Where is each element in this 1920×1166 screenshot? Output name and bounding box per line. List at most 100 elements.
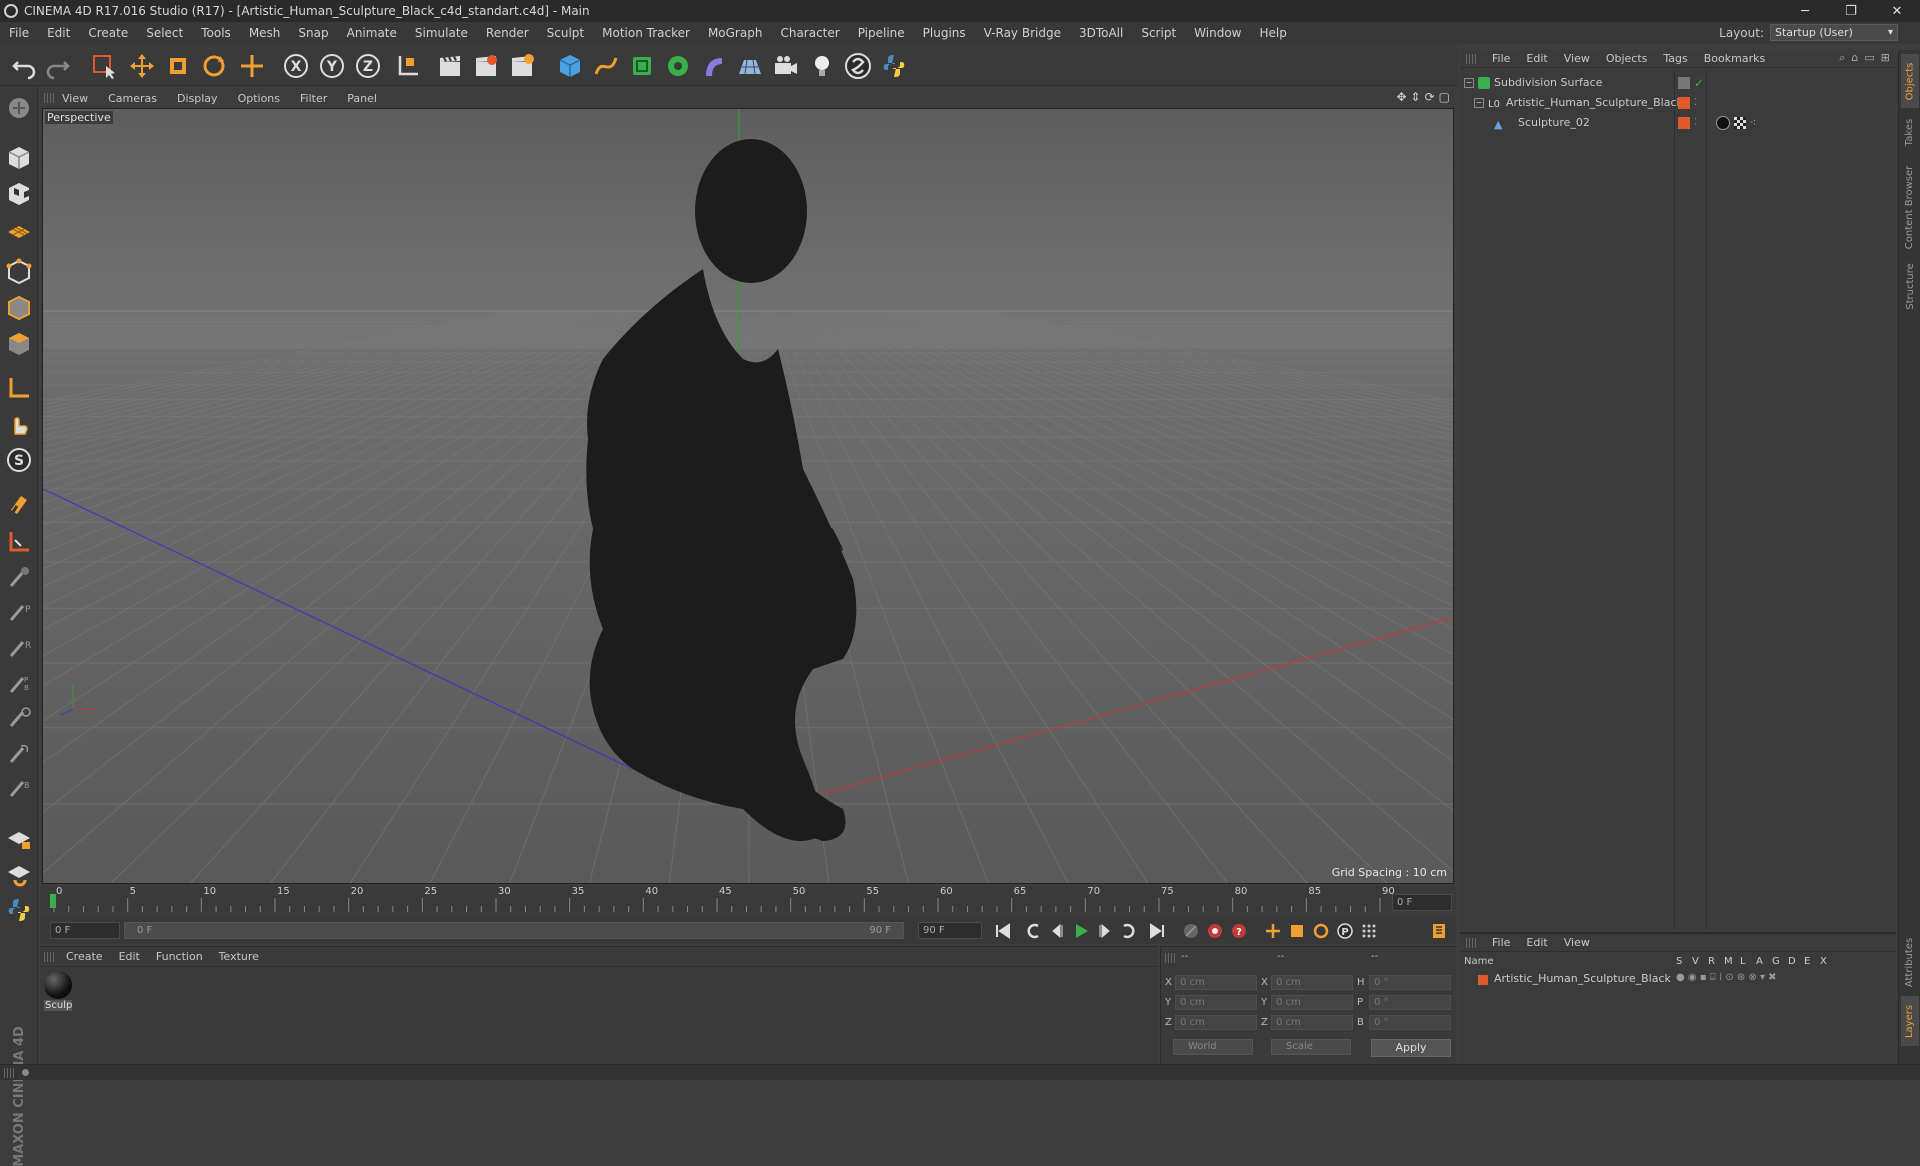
vray-button[interactable] bbox=[842, 50, 874, 82]
python-button[interactable] bbox=[878, 50, 910, 82]
menu-render[interactable]: Render bbox=[477, 26, 538, 40]
viewport-rotate-icon[interactable]: ⟳ bbox=[1425, 90, 1435, 104]
timeline-ruler[interactable]: 0 5 10 15 20 25 30 35 40 45 50 55 60 65 70 75 80 85 90 0 F bbox=[40, 886, 1456, 918]
expand-icon[interactable]: ⊞ bbox=[1881, 51, 1890, 65]
add-nurbs-button[interactable] bbox=[626, 50, 658, 82]
menu-vray-bridge[interactable]: V-Ray Bridge bbox=[975, 26, 1070, 40]
render-picture-viewer-button[interactable] bbox=[470, 50, 502, 82]
z-axis-button[interactable]: Z bbox=[352, 50, 384, 82]
menu-script[interactable]: Script bbox=[1132, 26, 1185, 40]
add-deformer-button[interactable] bbox=[698, 50, 730, 82]
pos-y-field[interactable]: 0 cm bbox=[1175, 995, 1257, 1010]
brush-tool-7-button[interactable]: B bbox=[3, 772, 35, 804]
tab-attributes[interactable]: Attributes bbox=[1901, 930, 1919, 994]
menu-3dtoall[interactable]: 3DToAll bbox=[1070, 26, 1132, 40]
panel-grip-icon[interactable] bbox=[4, 1068, 14, 1078]
workplane-mode-button[interactable] bbox=[3, 214, 35, 246]
key-pla-button[interactable] bbox=[1358, 921, 1380, 941]
viewport-menu-options[interactable]: Options bbox=[228, 92, 290, 105]
tab-content-browser[interactable]: Content Browser bbox=[1901, 160, 1919, 254]
layermgr-menu-view[interactable]: View bbox=[1556, 936, 1598, 949]
home-icon[interactable]: ⌂ bbox=[1851, 51, 1858, 65]
viewport-menu-view[interactable]: View bbox=[52, 92, 98, 105]
brush-tool-3-button[interactable]: R bbox=[3, 632, 35, 664]
apply-button[interactable]: Apply bbox=[1371, 1039, 1451, 1057]
objmgr-menu-bookmarks[interactable]: Bookmarks bbox=[1696, 52, 1773, 65]
new-view-icon[interactable]: ▭ bbox=[1864, 51, 1874, 65]
material-menu-function[interactable]: Function bbox=[148, 950, 211, 963]
autokey-button[interactable] bbox=[1204, 921, 1226, 941]
grid-lock-button[interactable] bbox=[3, 822, 35, 854]
frame-range-slider[interactable]: 0 F 90 F bbox=[124, 922, 904, 939]
close-button[interactable]: ✕ bbox=[1874, 0, 1920, 22]
start-frame-field[interactable]: 0 F bbox=[50, 922, 120, 939]
panel-grip-icon[interactable] bbox=[1466, 54, 1476, 64]
live-selection-button[interactable] bbox=[88, 50, 120, 82]
add-cube-button[interactable] bbox=[554, 50, 586, 82]
model-mode-button[interactable] bbox=[3, 142, 35, 174]
add-light-button[interactable] bbox=[806, 50, 838, 82]
current-frame-field[interactable]: 0 F bbox=[1392, 894, 1452, 911]
material-tag-icon[interactable] bbox=[1716, 116, 1730, 130]
size-z-field[interactable]: 0 cm bbox=[1271, 1015, 1353, 1030]
tab-objects[interactable]: Objects bbox=[1901, 54, 1919, 108]
menu-mesh[interactable]: Mesh bbox=[240, 26, 290, 40]
layer-row[interactable]: Artistic_Human_Sculpture_Black ● ◉ ▪ ⌸ ⁞… bbox=[1460, 972, 1896, 988]
coordinate-mode-dropdown[interactable]: World bbox=[1173, 1039, 1253, 1055]
panel-grip-icon[interactable] bbox=[44, 93, 54, 103]
menu-snap[interactable]: Snap bbox=[289, 26, 337, 40]
viewport-maximize-icon[interactable]: ▢ bbox=[1439, 90, 1450, 104]
transform-tool-button[interactable] bbox=[236, 50, 268, 82]
layer-toggles-icon[interactable]: ● ◉ ▪ ⌸ ⁞ ⊙ ⊛ ⊗ ▾ ✖ bbox=[1676, 972, 1777, 983]
redo-button[interactable] bbox=[42, 50, 74, 82]
layout-dropdown[interactable]: Startup (User) bbox=[1770, 24, 1898, 41]
menu-animate[interactable]: Animate bbox=[338, 26, 406, 40]
undo-button[interactable] bbox=[8, 50, 40, 82]
tweak-mode-button[interactable] bbox=[3, 408, 35, 440]
menu-help[interactable]: Help bbox=[1250, 26, 1295, 40]
collapse-toggle-icon[interactable]: − bbox=[1474, 98, 1484, 108]
objmgr-menu-view[interactable]: View bbox=[1556, 52, 1598, 65]
minimize-button[interactable]: ─ bbox=[1782, 0, 1828, 22]
scale-tool-button[interactable] bbox=[162, 50, 194, 82]
material-menu-create[interactable]: Create bbox=[58, 950, 111, 963]
collapse-toggle-icon[interactable]: − bbox=[1464, 78, 1474, 88]
menu-file[interactable]: File bbox=[0, 26, 38, 40]
edges-mode-button[interactable] bbox=[3, 292, 35, 324]
panel-grip-icon[interactable] bbox=[1165, 953, 1175, 963]
viewport-menu-panel[interactable]: Panel bbox=[337, 92, 387, 105]
menu-select[interactable]: Select bbox=[137, 26, 192, 40]
python-script-button[interactable] bbox=[3, 894, 35, 926]
viewport-menu-display[interactable]: Display bbox=[167, 92, 228, 105]
layermgr-menu-file[interactable]: File bbox=[1484, 936, 1518, 949]
go-to-end-button[interactable] bbox=[1146, 921, 1168, 941]
objmgr-menu-file[interactable]: File bbox=[1484, 52, 1518, 65]
prev-frame-button[interactable] bbox=[1046, 921, 1068, 941]
restore-button[interactable]: ❐ bbox=[1828, 0, 1874, 22]
rot-h-field[interactable]: 0 ° bbox=[1369, 975, 1451, 990]
prev-key-button[interactable] bbox=[1022, 921, 1044, 941]
search-icon[interactable]: ⌕ bbox=[1839, 51, 1845, 65]
render-settings-button[interactable] bbox=[506, 50, 538, 82]
object-row-sculpture-group[interactable]: − L0 Artistic_Human_Sculpture_Black ⁚ bbox=[1460, 94, 1896, 112]
objmgr-menu-edit[interactable]: Edit bbox=[1518, 52, 1555, 65]
keyframe-selection-button[interactable]: ? bbox=[1228, 921, 1250, 941]
grid-snap-button[interactable] bbox=[3, 858, 35, 890]
visibility-dots-icon[interactable]: ⁚ bbox=[1694, 114, 1697, 132]
material-menu-texture[interactable]: Texture bbox=[211, 950, 267, 963]
visibility-dots-icon[interactable]: ⁚ bbox=[1694, 94, 1697, 112]
layer-color-icon[interactable] bbox=[1478, 975, 1488, 985]
material-menu-edit[interactable]: Edit bbox=[111, 950, 148, 963]
size-y-field[interactable]: 0 cm bbox=[1271, 995, 1353, 1010]
coordinate-system-button[interactable] bbox=[392, 50, 424, 82]
size-mode-dropdown[interactable]: Scale bbox=[1271, 1039, 1351, 1055]
menu-character[interactable]: Character bbox=[771, 26, 848, 40]
menu-motion-tracker[interactable]: Motion Tracker bbox=[593, 26, 699, 40]
texture-tag-icon[interactable] bbox=[1734, 117, 1746, 129]
viewport-move-icon[interactable]: ✥ bbox=[1396, 90, 1406, 104]
x-axis-button[interactable]: X bbox=[280, 50, 312, 82]
add-camera-button[interactable] bbox=[770, 50, 802, 82]
go-to-start-button[interactable] bbox=[992, 921, 1014, 941]
points-mode-button[interactable] bbox=[3, 256, 35, 288]
object-row-sculpture-mesh[interactable]: ▲ Sculpture_02 ⁚ ⁖ bbox=[1460, 114, 1896, 132]
